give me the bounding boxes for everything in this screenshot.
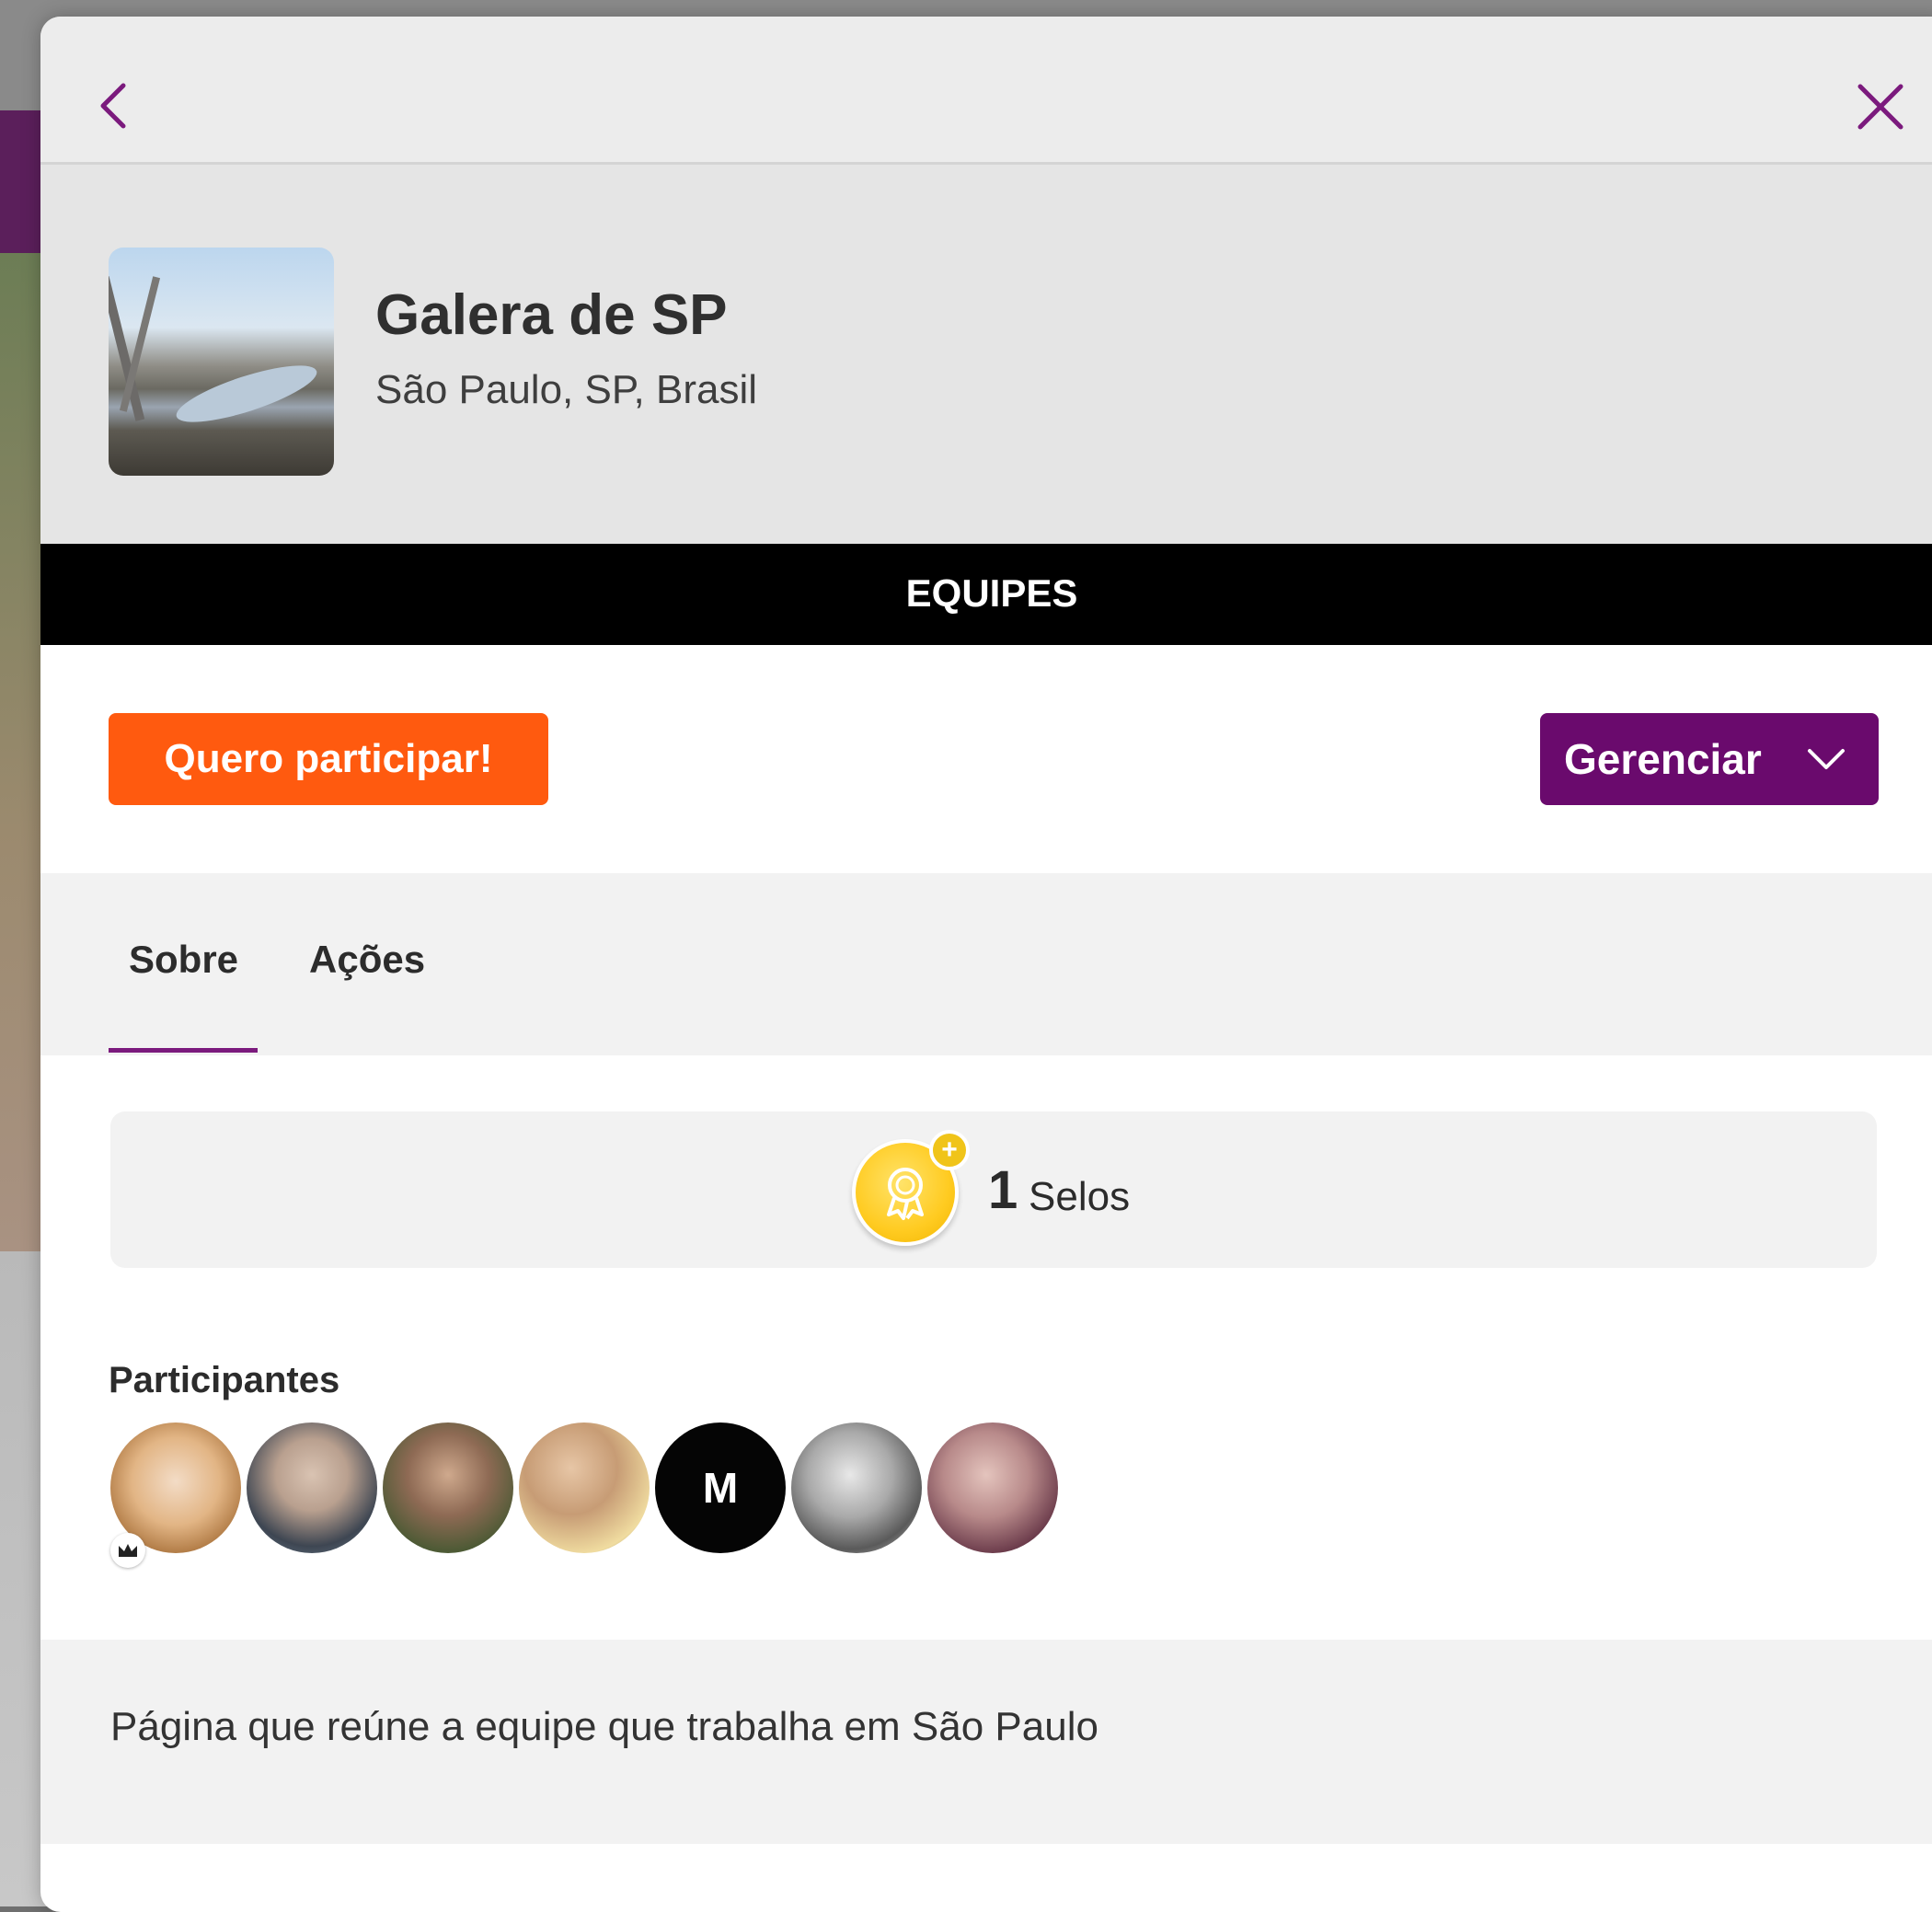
section-title: EQUIPES xyxy=(905,571,1078,615)
section-bar: EQUIPES xyxy=(40,544,1932,645)
avatar[interactable] xyxy=(927,1422,1058,1553)
avatar[interactable] xyxy=(519,1422,650,1553)
tab-acoes[interactable]: Ações xyxy=(309,938,425,982)
action-bar: Quero participar! Gerenciar xyxy=(40,645,1932,873)
team-name: Galera de SP xyxy=(375,283,728,347)
avatar[interactable] xyxy=(247,1422,377,1553)
avatar[interactable] xyxy=(791,1422,922,1553)
team-cover-image xyxy=(109,248,334,476)
close-button[interactable] xyxy=(1844,70,1917,144)
description-box: Página que reúne a equipe que trabalha e… xyxy=(40,1640,1932,1844)
avatar-initial: M xyxy=(702,1464,739,1512)
chevron-down-icon xyxy=(1806,746,1846,772)
participants-title: Participantes xyxy=(109,1360,340,1400)
modal-topbar xyxy=(40,17,1932,165)
manage-button-label: Gerenciar xyxy=(1564,735,1762,783)
active-tab-indicator xyxy=(109,1048,258,1053)
tab-bar: Sobre Ações xyxy=(40,873,1932,1055)
badges-card[interactable]: + 1 Selos xyxy=(110,1111,1877,1268)
tab-sobre[interactable]: Sobre xyxy=(129,938,238,982)
crown-icon xyxy=(110,1533,145,1568)
team-description: Página que reúne a equipe que trabalha e… xyxy=(110,1704,1098,1749)
badge-label: Selos xyxy=(1029,1174,1131,1219)
back-button[interactable] xyxy=(86,64,142,147)
badge-count: 1 xyxy=(988,1160,1018,1220)
team-header: Galera de SP São Paulo, SP, Brasil xyxy=(40,165,1932,544)
team-location: São Paulo, SP, Brasil xyxy=(375,367,757,412)
avatar[interactable]: M xyxy=(655,1422,786,1553)
close-icon xyxy=(1857,84,1903,130)
plus-icon[interactable]: + xyxy=(929,1130,970,1170)
avatar[interactable] xyxy=(383,1422,513,1553)
join-button[interactable]: Quero participar! xyxy=(109,713,548,805)
team-modal: Galera de SP São Paulo, SP, Brasil EQUIP… xyxy=(40,17,1932,1912)
chevron-left-icon xyxy=(100,83,126,129)
participants-avatars: M xyxy=(110,1422,1214,1568)
manage-button[interactable]: Gerenciar xyxy=(1540,713,1879,805)
